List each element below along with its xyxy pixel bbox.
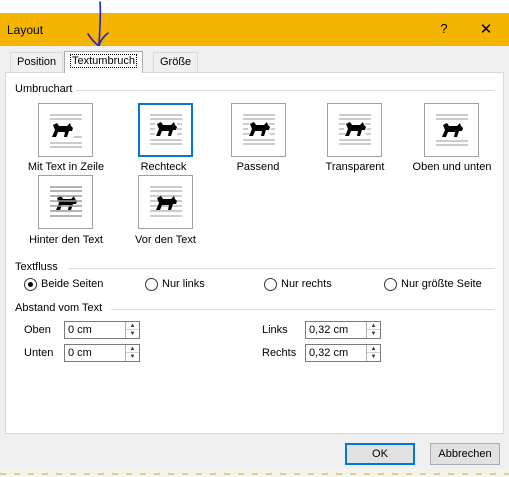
radio-label: Nur größte Seite	[401, 278, 482, 290]
help-button[interactable]: ?	[437, 21, 451, 36]
cancel-button[interactable]: Abbrechen	[430, 443, 500, 465]
tab-groesse[interactable]: Größe	[153, 52, 199, 73]
behind-text-icon	[49, 186, 82, 217]
right-distance-label: Rechts	[262, 347, 297, 359]
spin-down-icon[interactable]: ▼	[367, 330, 380, 338]
wrap-front-label: Vor den Text	[135, 234, 196, 246]
section-divider	[111, 309, 494, 310]
tab-position[interactable]: Position	[10, 52, 64, 73]
layout-dialog: Position Textumbruch Größe Umbruchart Mi…	[0, 46, 509, 469]
title-bar: Layout ? ✕	[0, 13, 509, 46]
spin-down-icon[interactable]: ▼	[126, 330, 139, 338]
section-divider	[76, 90, 494, 91]
spin-up-icon[interactable]: ▲	[126, 345, 139, 353]
close-button[interactable]: ✕	[478, 20, 494, 38]
top-bottom-wrap-icon	[435, 114, 468, 146]
spin-down-icon[interactable]: ▼	[367, 353, 380, 361]
tight-wrap-icon	[242, 114, 275, 145]
wrap-top-bottom-button[interactable]	[424, 103, 479, 157]
wrap-inline-label: Mit Text in Zeile	[27, 161, 105, 173]
spin-up-icon[interactable]: ▲	[367, 345, 380, 353]
wrap-front-button[interactable]	[138, 175, 193, 229]
radio-label: Nur links	[162, 278, 205, 290]
spinner-arrows: ▲ ▼	[125, 345, 139, 361]
radio-label: Nur rechts	[281, 278, 332, 290]
spin-up-icon[interactable]: ▲	[126, 322, 139, 330]
wrap-inline-button[interactable]	[38, 103, 93, 157]
wrap-through-button[interactable]	[327, 103, 382, 157]
window-title: Layout	[7, 23, 44, 37]
radio-circle	[24, 278, 37, 291]
spinner-value: 0,32 cm	[309, 347, 349, 359]
radio-label: Beide Seiten	[41, 278, 104, 290]
spinner-arrows: ▲ ▼	[366, 322, 380, 338]
flow-section-label: Textfluss	[15, 261, 58, 273]
radio-circle	[384, 278, 397, 291]
wrap-section-label: Umbruchart	[15, 83, 73, 95]
bottom-distance-label: Unten	[24, 347, 54, 359]
ok-button[interactable]: OK	[345, 443, 415, 465]
spinner-value: 0 cm	[68, 324, 92, 336]
bottom-strip	[0, 469, 509, 477]
radio-both-sides[interactable]: Beide Seiten	[24, 278, 124, 292]
top-strip	[0, 0, 509, 13]
spinner-arrows: ▲ ▼	[366, 345, 380, 361]
right-distance-spinner[interactable]: 0,32 cm ▲ ▼	[305, 344, 381, 362]
spinner-value: 0 cm	[68, 347, 92, 359]
tab-panel: Umbruchart Mit Text in Zeile Rechteck Pa…	[5, 72, 504, 434]
spin-down-icon[interactable]: ▼	[126, 353, 139, 361]
spin-up-icon[interactable]: ▲	[367, 322, 380, 330]
spinner-arrows: ▲ ▼	[125, 322, 139, 338]
wrap-square-label: Rechteck	[140, 161, 187, 173]
wrap-tight-button[interactable]	[231, 103, 286, 157]
square-wrap-icon	[149, 114, 182, 145]
wrap-through-label: Transparent	[325, 161, 385, 173]
through-wrap-icon	[338, 114, 371, 145]
left-distance-label: Links	[262, 324, 288, 336]
distance-section-label: Abstand vom Text	[15, 302, 103, 314]
tab-textumbruch[interactable]: Textumbruch	[64, 51, 143, 73]
radio-largest-side[interactable]: Nur größte Seite	[384, 278, 492, 292]
bottom-distance-spinner[interactable]: 0 cm ▲ ▼	[64, 344, 140, 362]
top-distance-spinner[interactable]: 0 cm ▲ ▼	[64, 321, 140, 339]
radio-dot	[28, 282, 33, 287]
inline-with-text-icon	[49, 114, 82, 148]
section-divider	[68, 268, 494, 269]
radio-circle	[145, 278, 158, 291]
spinner-value: 0,32 cm	[309, 324, 349, 336]
top-distance-label: Oben	[24, 324, 51, 336]
wrap-top-bottom-label: Oben und unten	[412, 161, 492, 173]
radio-circle	[264, 278, 277, 291]
left-distance-spinner[interactable]: 0,32 cm ▲ ▼	[305, 321, 381, 339]
wrap-square-button[interactable]	[138, 103, 193, 157]
radio-left-only[interactable]: Nur links	[145, 278, 225, 292]
in-front-of-text-icon	[149, 186, 182, 217]
wrap-tight-label: Passend	[236, 161, 280, 173]
wrap-behind-label: Hinter den Text	[29, 234, 103, 246]
radio-right-only[interactable]: Nur rechts	[264, 278, 349, 292]
wrap-behind-button[interactable]	[38, 175, 93, 229]
